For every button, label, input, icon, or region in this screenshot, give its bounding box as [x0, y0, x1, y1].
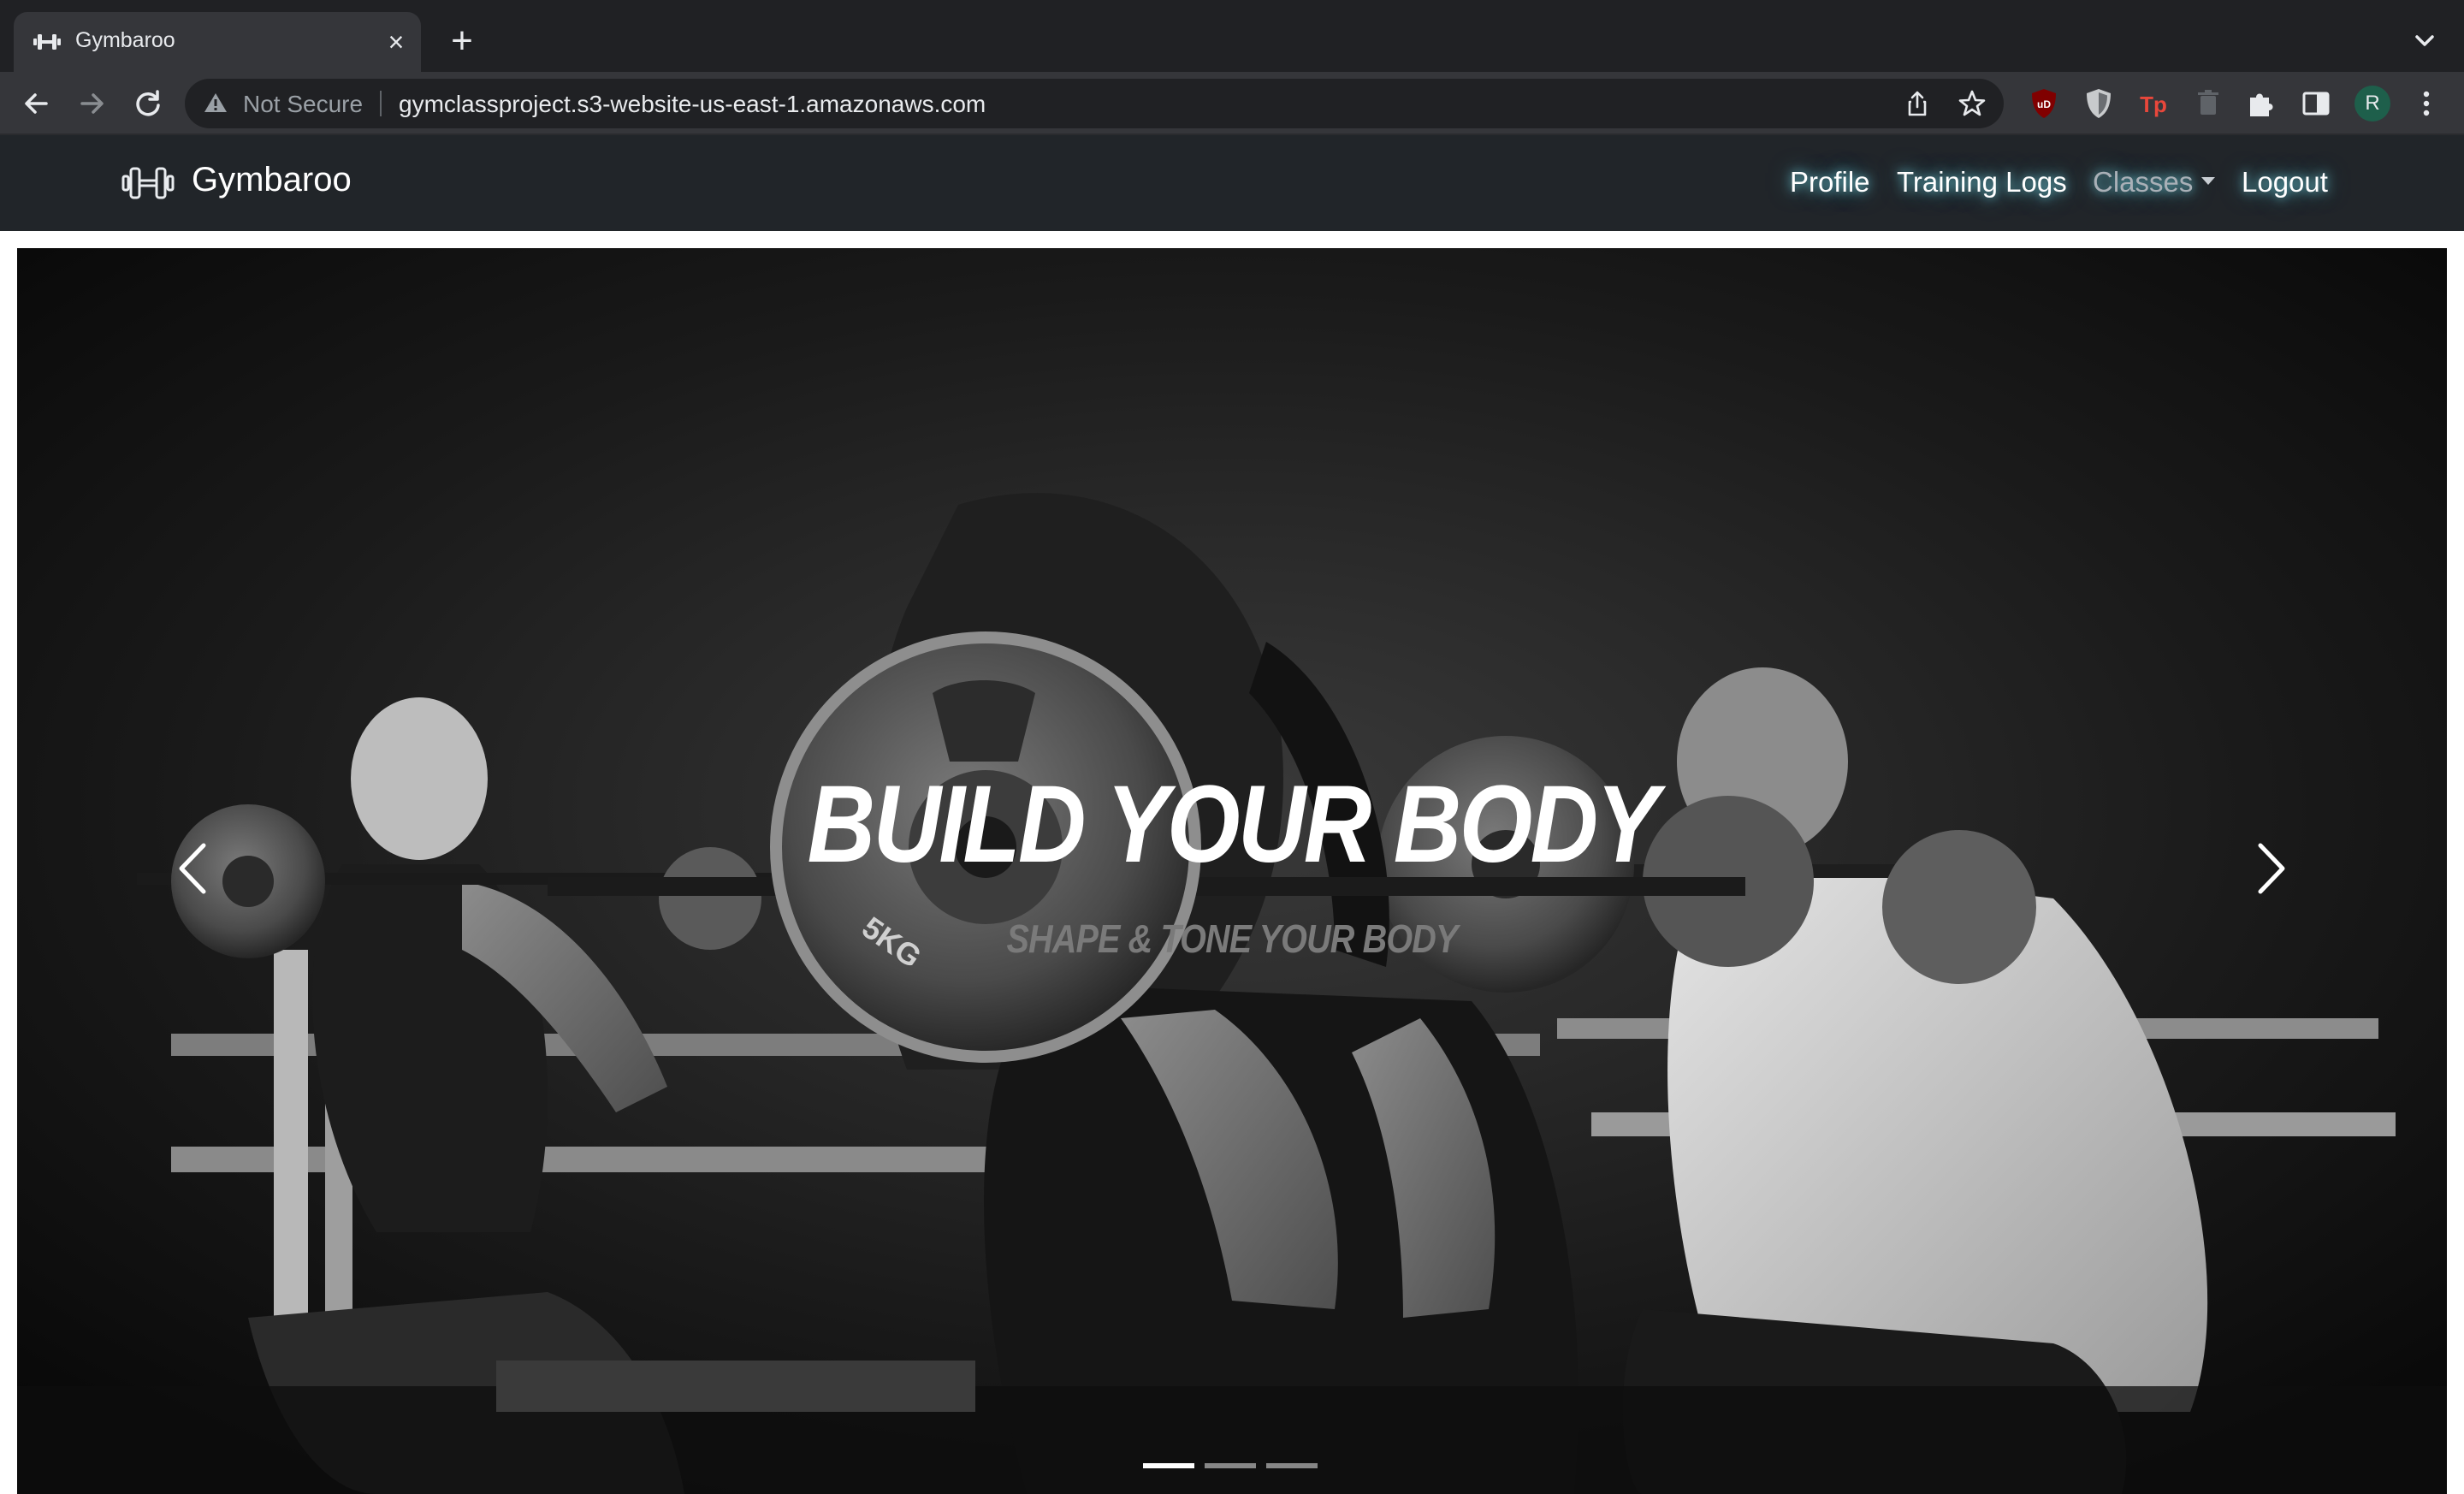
nav-classes-dropdown[interactable]: Classes — [2093, 166, 2216, 199]
close-tab-icon[interactable]: × — [380, 26, 412, 58]
carousel-prev-icon[interactable] — [171, 839, 214, 898]
browser-tab[interactable]: Gymbaroo × — [14, 12, 421, 72]
svg-text:uD: uD — [2037, 98, 2051, 110]
more-menu-icon[interactable] — [2411, 86, 2442, 122]
browser-toolbar: Not Secure gymclassproject.s3-website-us… — [0, 72, 2464, 135]
hero-subtitle: SHAPE & TONE YOUR BODY — [1006, 916, 1459, 961]
trash-extension-icon[interactable] — [2190, 86, 2226, 122]
profile-avatar[interactable]: R — [2354, 86, 2390, 122]
tab-title: Gymbaroo — [75, 28, 175, 52]
side-panel-icon[interactable] — [2298, 86, 2334, 122]
caret-down-icon — [2201, 176, 2216, 185]
address-bar[interactable]: Not Secure gymclassproject.s3-website-us… — [185, 79, 2004, 128]
hero-title: BUILD YOUR BODY — [807, 763, 1659, 886]
dumbbell-logo-icon[interactable] — [121, 164, 175, 202]
hero-carousel: 5KG BUILD YOUR BODY SHAPE & TONE YOUR BO… — [17, 248, 2447, 1494]
carousel-indicator[interactable] — [1143, 1463, 1194, 1468]
site-navbar: Gymbaroo Profile Training Logs Classes L… — [0, 135, 2464, 231]
new-tab-icon[interactable]: + — [441, 22, 483, 63]
url-text[interactable]: gymclassproject.s3-website-us-east-1.ama… — [399, 91, 986, 118]
omnibox-divider — [380, 91, 382, 116]
shield-extension-icon[interactable] — [2081, 86, 2117, 122]
carousel-next-icon[interactable] — [2250, 839, 2293, 898]
nav-profile-link[interactable]: Profile — [1790, 166, 1870, 199]
bookmark-star-icon[interactable] — [1958, 89, 1987, 118]
back-arrow-icon[interactable] — [17, 84, 56, 123]
dumbbell-favicon-icon — [33, 34, 61, 50]
tab-search-chevron-icon[interactable] — [2409, 26, 2440, 56]
nav-training-logs-link[interactable]: Training Logs — [1897, 166, 2067, 199]
ublock-extension-icon[interactable]: uD — [2026, 86, 2062, 122]
browser-tab-strip: Gymbaroo × + — [0, 0, 2464, 72]
carousel-indicator[interactable] — [1266, 1463, 1318, 1468]
security-status-label[interactable]: Not Secure — [243, 91, 363, 118]
nav-classes-label: Classes — [2093, 166, 2194, 198]
share-icon[interactable] — [1903, 89, 1932, 118]
reload-icon[interactable] — [128, 84, 168, 123]
brand-name[interactable]: Gymbaroo — [192, 161, 352, 199]
carousel-indicator[interactable] — [1205, 1463, 1256, 1468]
nav-logout-link[interactable]: Logout — [2242, 166, 2328, 199]
svg-text:Tp: Tp — [2140, 92, 2167, 117]
warning-icon[interactable] — [204, 92, 228, 114]
forward-arrow-icon[interactable] — [72, 84, 111, 123]
extensions-puzzle-icon[interactable] — [2243, 86, 2279, 122]
tp-extension-icon[interactable]: Tp — [2135, 86, 2171, 122]
